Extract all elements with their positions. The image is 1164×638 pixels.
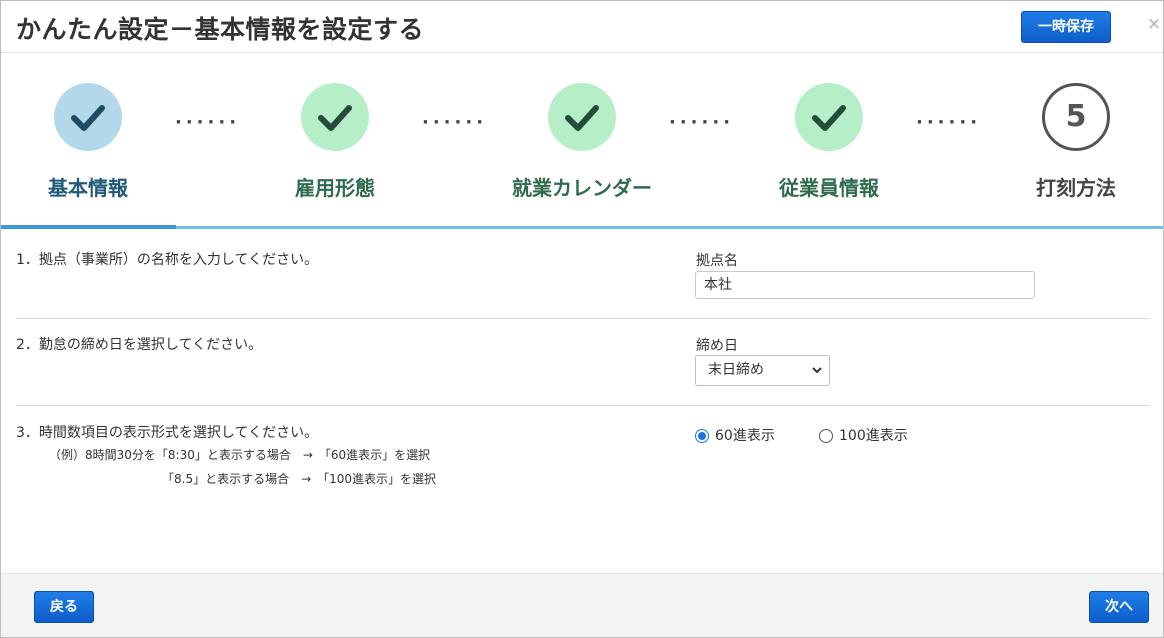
radio-checked-icon — [695, 429, 709, 443]
radio-label: 60進表示 — [715, 428, 775, 444]
step-circle — [54, 83, 122, 151]
check-icon — [318, 105, 352, 131]
radio-unchecked-icon — [819, 429, 833, 443]
step-circle — [795, 83, 863, 151]
setup-dialog: かんたん設定－基本情報を設定する 一時保存 × 基本情報 ······ 雇用形態… — [0, 0, 1164, 638]
location-name-label: 拠点名 — [696, 253, 738, 269]
step-label: 従業員情報 — [779, 176, 879, 200]
question-closing-day: 2．勤怠の締め日を選択してください。 — [16, 337, 263, 353]
step-indicator: 基本情報 ······ 雇用形態 ······ 就業カレンダー ······ 従… — [1, 54, 1163, 230]
step-employment-type[interactable]: 雇用形態 — [225, 54, 445, 230]
closing-day-label: 締め日 — [696, 338, 738, 354]
radio-label: 100進表示 — [839, 428, 908, 444]
step-progress-active — [1, 225, 176, 229]
step-circle — [548, 83, 616, 151]
closing-day-value: 末日締め — [708, 362, 764, 378]
next-button[interactable]: 次へ — [1089, 591, 1149, 623]
dialog-footer: 戻る 次へ — [1, 573, 1163, 637]
check-icon — [565, 105, 599, 131]
check-icon — [812, 105, 846, 131]
step-employee-info[interactable]: 従業員情報 — [719, 54, 939, 230]
step-work-calendar[interactable]: 就業カレンダー — [472, 54, 692, 230]
step-label: 雇用形態 — [295, 176, 375, 200]
step-number: 5 — [1065, 99, 1087, 134]
form-row-location: 1．拠点（事業所）の名称を入力してください。 拠点名 本社 — [16, 230, 1150, 319]
temp-save-button[interactable]: 一時保存 — [1021, 11, 1111, 43]
form-row-closing-day: 2．勤怠の締め日を選択してください。 締め日 末日締め — [16, 319, 1150, 406]
step-label: 打刻方法 — [1036, 176, 1116, 200]
step-circle — [301, 83, 369, 151]
question-location: 1．拠点（事業所）の名称を入力してください。 — [16, 252, 319, 268]
dialog-title: かんたん設定－基本情報を設定する — [16, 15, 425, 44]
step-label: 就業カレンダー — [512, 176, 652, 200]
back-button[interactable]: 戻る — [34, 591, 94, 623]
step-circle: 5 — [1042, 83, 1110, 151]
chevron-down-icon — [811, 356, 823, 396]
dialog-header: かんたん設定－基本情報を設定する 一時保存 × — [1, 1, 1163, 53]
step-label: 基本情報 — [48, 176, 128, 200]
step-basic-info[interactable]: 基本情報 — [0, 54, 198, 230]
time-format-radio-group: 60進表示 100進表示 — [695, 425, 955, 447]
location-name-input[interactable]: 本社 — [695, 271, 1035, 299]
example-line-2: 「8.5」と表示する場合 → 「100進表示」を選択 — [162, 472, 437, 486]
example-line-1: （例）8時間30分を「8:30」と表示する場合 → 「60進表示」を選択 — [49, 448, 431, 462]
check-icon — [71, 105, 105, 131]
close-icon[interactable]: × — [1147, 14, 1161, 34]
question-time-format: 3．時間数項目の表示形式を選択してください。 — [16, 425, 319, 441]
closing-day-select[interactable]: 末日締め — [695, 355, 830, 386]
step-punch-method[interactable]: 5 打刻方法 — [966, 54, 1164, 230]
form-row-time-format: 3．時間数項目の表示形式を選択してください。 （例）8時間30分を「8:30」と… — [16, 406, 1150, 526]
